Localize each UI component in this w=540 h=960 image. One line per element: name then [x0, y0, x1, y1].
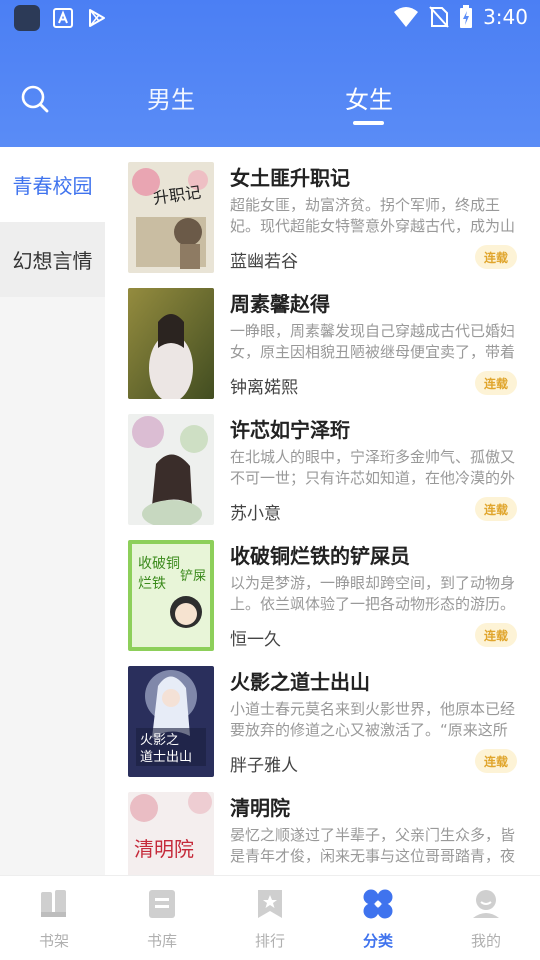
status-badge: 连载	[475, 371, 517, 395]
nav-bookshelf[interactable]: 书架	[14, 888, 94, 954]
sidebar-item-campus[interactable]: 青春校园	[0, 147, 105, 222]
book-title: 女土匪升职记	[230, 166, 350, 190]
svg-text:道士出山: 道士出山	[140, 750, 192, 765]
svg-text:铲屎: 铲屎	[180, 569, 206, 584]
book-author: 胖子雅人	[230, 756, 298, 776]
nav-label: 我的	[470, 932, 501, 950]
book-list: 升职记 女土匪升职记 超能女匪，劫富济贫。拐个军师，终成王妃。现代超能女特警意外…	[105, 147, 540, 875]
nav-label: 排行	[254, 932, 285, 950]
category-icon	[363, 889, 393, 919]
book-description: 超能女匪，劫富济贫。拐个军师，终成王妃。现代超能女特警意外穿越古代，成为山	[230, 196, 516, 235]
tab-male[interactable]: 男生	[147, 80, 195, 115]
status-badge: 连载	[475, 623, 517, 647]
status-badge: 连载	[475, 245, 517, 269]
book-cover: 火影之 道士出山	[128, 666, 214, 777]
ranking-icon	[258, 890, 282, 918]
no-sim-icon	[429, 6, 449, 28]
book-description: 一睁眼，周素馨发现自己穿越成古代已婚妇女，原主因相貌丑陋被继母便宜卖了，带着	[230, 322, 516, 361]
font-app-icon	[53, 8, 73, 28]
book-author: 蓝幽若谷	[230, 252, 298, 272]
nav-label: 书库	[146, 932, 177, 950]
bookshelf-icon	[41, 890, 66, 917]
book-description: 小道士春元莫名来到火影世界，他原本已经要放弃的修道之心又被激活了。“原来这所谓	[230, 700, 516, 743]
book-author: 苏小意	[230, 504, 281, 524]
book-item[interactable]: 清明院 清明院 晏忆之顺遂过了半辈子，父亲门生众多，皆是青年才俊，闲来无事与这位…	[105, 777, 540, 875]
svg-text:火影之: 火影之	[140, 733, 179, 748]
tab-female[interactable]: 女生	[345, 80, 393, 115]
book-title: 周素馨赵得	[230, 292, 330, 316]
nav-ranking[interactable]: 排行	[230, 888, 310, 954]
play-store-icon	[89, 9, 105, 27]
library-icon	[149, 890, 175, 918]
book-author: 恒一久	[230, 630, 281, 650]
book-title: 收破铜烂铁的铲屎员	[230, 544, 410, 568]
category-sidebar: 青春校园 幻想言情	[0, 147, 105, 875]
search-icon	[21, 85, 49, 113]
book-cover	[128, 414, 214, 525]
battery-icon	[460, 5, 473, 28]
status-bar: 3:40	[0, 0, 540, 36]
book-description: 在北城人的眼中，宁泽珩多金帅气、孤傲又不可一世；只有许芯如知道，在他冷漠的外	[230, 448, 516, 487]
book-title: 清明院	[230, 796, 290, 820]
book-cover	[128, 288, 214, 399]
wifi-icon	[394, 7, 419, 27]
book-cover: 收破铜 烂铁 铲屎	[128, 540, 214, 651]
app-notification-icon	[14, 5, 40, 31]
svg-text:清明院: 清明院	[134, 837, 194, 861]
nav-library[interactable]: 书库	[122, 888, 202, 954]
nav-label: 分类	[362, 932, 393, 950]
book-item[interactable]: 周素馨赵得 一睁眼，周素馨发现自己穿越成古代已婚妇女，原主因相貌丑陋被继母便宜卖…	[105, 273, 540, 399]
sidebar-item-fantasy-romance[interactable]: 幻想言情	[0, 222, 105, 297]
profile-icon	[473, 890, 499, 918]
active-tab-indicator	[353, 121, 384, 125]
book-description: 晏忆之顺遂过了半辈子，父亲门生众多，皆是青年才俊，闲来无事与这位哥哥踏青，夜	[230, 826, 516, 865]
book-cover: 升职记	[128, 162, 214, 273]
header: 3:40 男生 女生	[0, 0, 540, 147]
book-item[interactable]: 许芯如宁泽珩 在北城人的眼中，宁泽珩多金帅气、孤傲又不可一世；只有许芯如知道，在…	[105, 399, 540, 525]
nav-profile[interactable]: 我的	[446, 888, 526, 954]
book-title: 许芯如宁泽珩	[230, 418, 350, 442]
search-button[interactable]	[20, 84, 50, 114]
book-item[interactable]: 升职记 女土匪升职记 超能女匪，劫富济贫。拐个军师，终成王妃。现代超能女特警意外…	[105, 147, 540, 273]
nav-label: 书架	[38, 932, 69, 950]
svg-text:收破铜: 收破铜	[138, 556, 180, 572]
status-badge: 连载	[475, 497, 517, 521]
book-item[interactable]: 火影之 道士出山 火影之道士出山 小道士春元莫名来到火影世界，他原本已经要放弃的…	[105, 651, 540, 777]
book-item[interactable]: 收破铜 烂铁 铲屎 收破铜烂铁的铲屎员 以为是梦游，一睁眼却跨空间，到了动物身上…	[105, 525, 540, 651]
svg-text:烂铁: 烂铁	[138, 576, 166, 592]
nav-category[interactable]: 分类	[338, 888, 418, 954]
book-cover: 清明院	[128, 792, 214, 875]
status-time: 3:40	[483, 5, 528, 29]
book-author: 钟离婼熙	[230, 378, 298, 398]
book-title: 火影之道士出山	[230, 670, 370, 694]
status-badge: 连载	[475, 749, 517, 773]
bottom-navigation: 书架 书库 排行 分类 我的	[0, 875, 540, 960]
book-description: 以为是梦游，一睁眼却跨空间，到了动物身上。依兰飒体验了一把各动物形态的游历。	[230, 574, 516, 613]
